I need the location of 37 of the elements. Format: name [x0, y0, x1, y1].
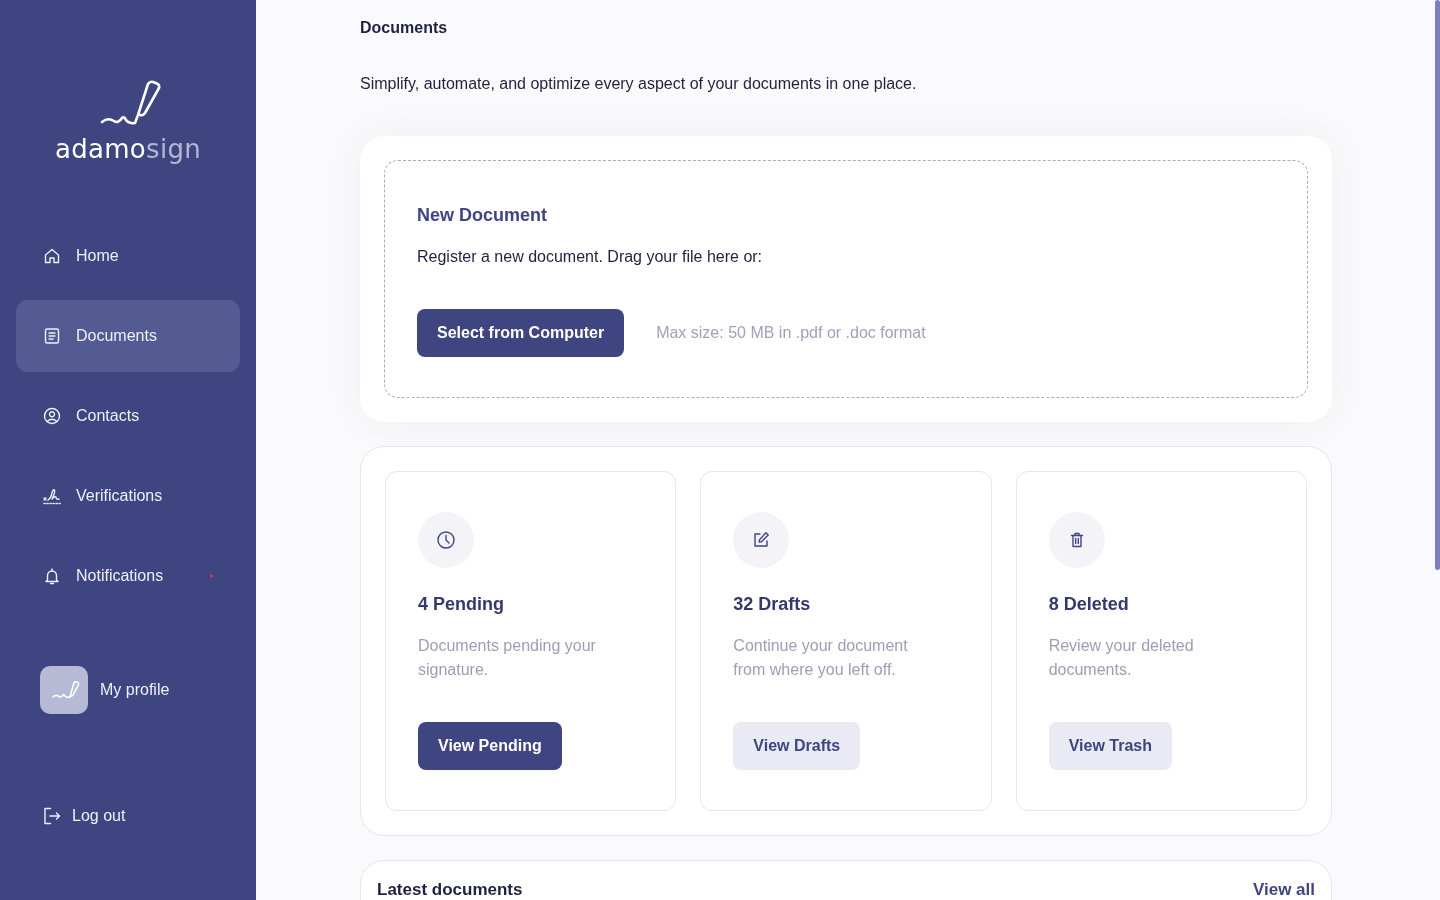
- bell-icon: [43, 567, 61, 585]
- logo-wordmark: adamosign: [54, 134, 202, 164]
- file-drop-zone[interactable]: New Document Register a new document. Drag your file here or: Select from Computer Max size: 50 MB in .pdf or .doc format: [384, 160, 1308, 398]
- nav-item[interactable]: Home: [16, 220, 240, 292]
- trash-icon: [1048, 512, 1105, 568]
- scrollbar-thumb[interactable]: [1435, 0, 1440, 570]
- page-subtitle: Simplify, automate, and optimize every aspect of your documents in one place.: [360, 74, 918, 94]
- latest-documents-title: Latest documents: [377, 881, 523, 899]
- pen-signature-avatar-icon: [40, 666, 88, 714]
- nav-item[interactable]: Notifications: [16, 540, 240, 612]
- signature-icon: [43, 487, 61, 505]
- view-all-link[interactable]: View all: [1252, 881, 1315, 899]
- user-circle-icon: [43, 407, 61, 425]
- upload-title: New Document: [417, 204, 549, 227]
- nav-item[interactable]: Contacts: [16, 380, 240, 452]
- summary-title: 8 Deleted: [1048, 593, 1129, 616]
- summary-description: Continue your document from where you left off.: [733, 636, 909, 680]
- page-title: Documents: [360, 18, 449, 38]
- summary-description: Documents pending your signature.: [418, 636, 597, 680]
- nav-item[interactable]: Verifications: [16, 460, 240, 532]
- view-button[interactable]: View Drafts: [733, 722, 861, 770]
- edit-icon: [733, 512, 790, 568]
- logout-icon: [43, 807, 61, 825]
- upload-description: Register a new document. Drag your file here or:: [417, 247, 764, 267]
- upload-hint: Max size: 50 MB in .pdf or .doc format: [656, 324, 926, 342]
- profile-link[interactable]: My profile: [40, 666, 170, 714]
- clock-icon: [418, 512, 474, 568]
- summary-title: 4 Pending: [418, 593, 504, 616]
- select-file-button[interactable]: Select from Computer: [417, 309, 625, 357]
- view-button[interactable]: View Pending: [418, 722, 562, 770]
- logout-link[interactable]: Log out: [43, 804, 126, 828]
- home-icon: [43, 247, 61, 265]
- document-icon: [43, 327, 61, 345]
- summary-description: Review your deleted documents.: [1048, 636, 1195, 680]
- summary-title: 32 Drafts: [733, 593, 811, 616]
- nav-item[interactable]: Documents: [16, 300, 240, 372]
- view-button[interactable]: View Trash: [1048, 722, 1172, 770]
